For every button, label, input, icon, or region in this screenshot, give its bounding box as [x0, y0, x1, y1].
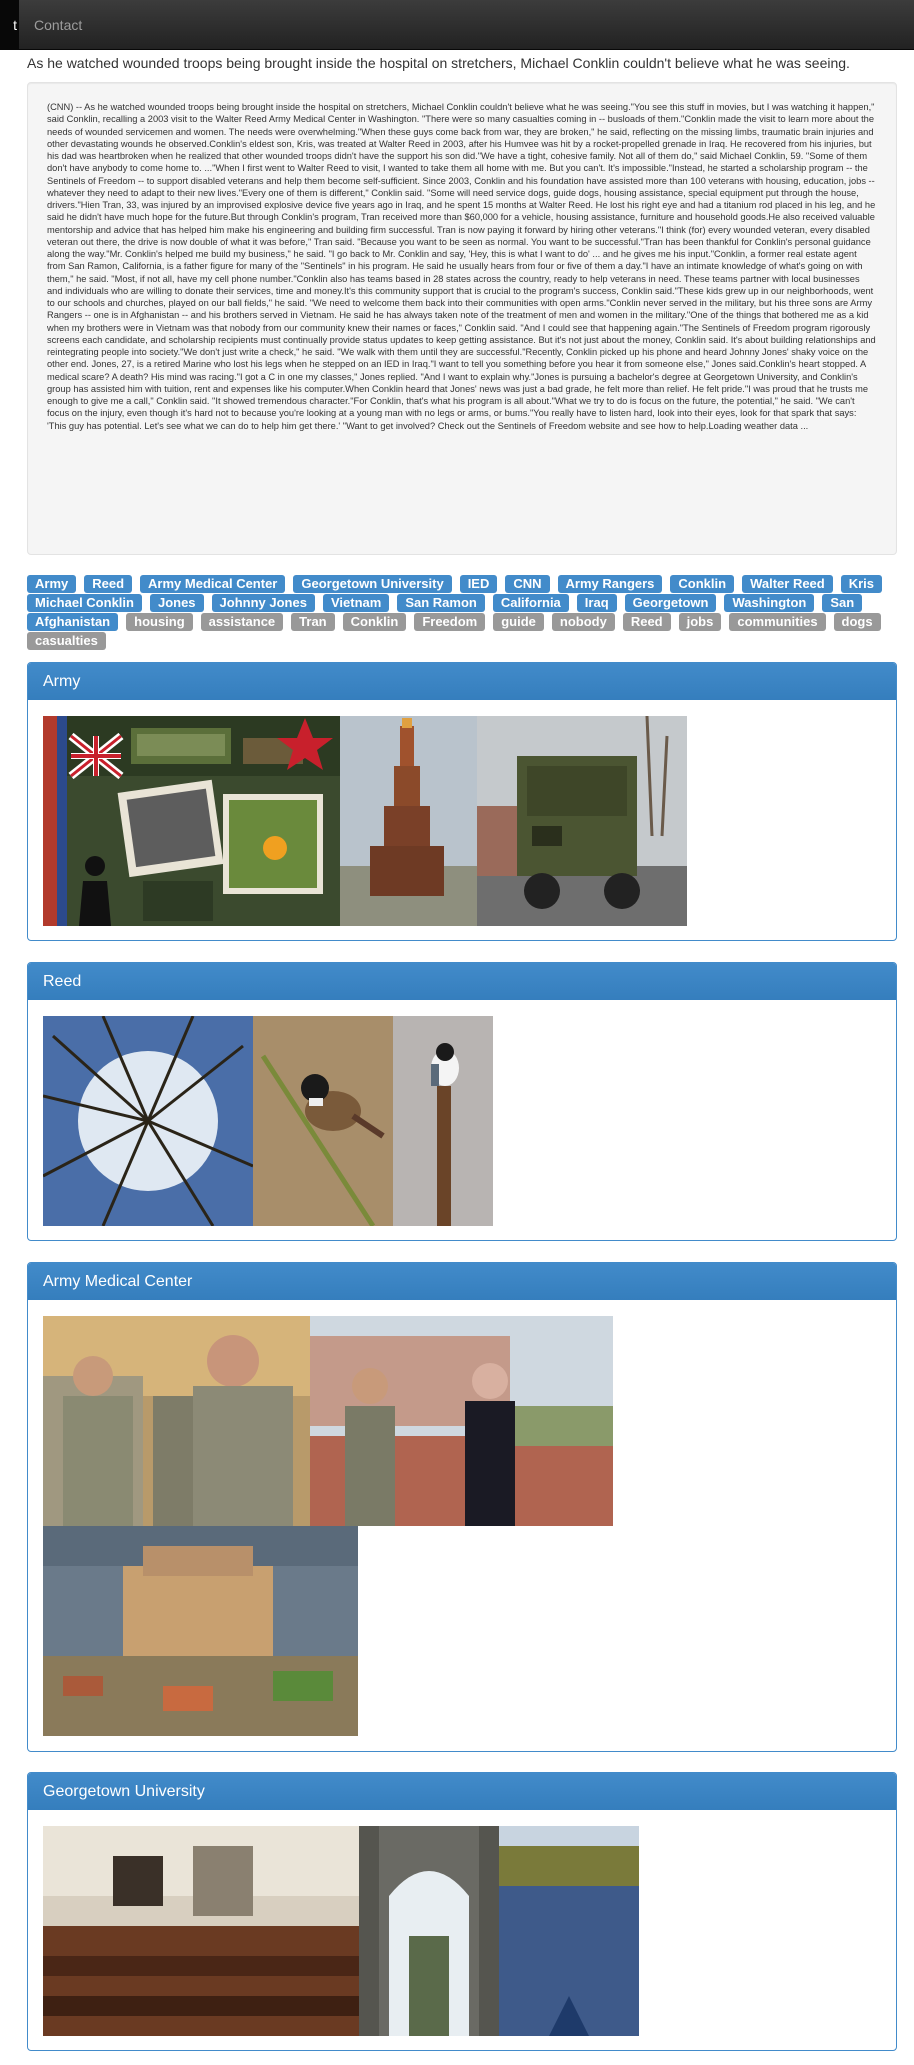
- tag-san[interactable]: San: [822, 594, 863, 612]
- tag-conklin[interactable]: Conklin: [342, 613, 407, 631]
- reeds-sky-photo[interactable]: [43, 1016, 253, 1226]
- reed-bunting-bird-photo[interactable]: [253, 1016, 393, 1226]
- article-body: (CNN) -- As he watched wounded troops be…: [47, 102, 876, 431]
- panel-heading-army: Army: [28, 663, 896, 700]
- top-navbar: t Contact: [0, 0, 914, 50]
- tag-casualties[interactable]: casualties: [27, 632, 106, 650]
- tag-communities[interactable]: communities: [729, 613, 826, 631]
- tag-iraq[interactable]: Iraq: [576, 594, 617, 612]
- aerial-medical-center-photo[interactable]: [43, 1526, 358, 1736]
- panel-army-medical-center: Army Medical Center: [27, 1262, 897, 1752]
- article-headline: As he watched wounded troops being broug…: [27, 55, 850, 71]
- tag-list: Army Reed Army Medical Center Georgetown Un…: [27, 575, 897, 651]
- tag-jones[interactable]: Jones: [149, 594, 204, 612]
- tag-washington[interactable]: Washington: [724, 594, 815, 612]
- stone-archway-photo[interactable]: [359, 1826, 499, 2036]
- tag-afghanistan[interactable]: Afghanistan: [27, 613, 119, 631]
- lecture-hall-photo[interactable]: [43, 1826, 359, 2036]
- tag-ied[interactable]: IED: [459, 575, 498, 593]
- panel-georgetown-university: Georgetown University: [27, 1772, 897, 2051]
- panel-heading-georgetown-university: Georgetown University: [28, 1773, 896, 1810]
- tag-housing[interactable]: housing: [126, 613, 193, 631]
- tag-california[interactable]: California: [492, 594, 569, 612]
- officials-on-terrace-photo[interactable]: [310, 1316, 613, 1526]
- tag-reed[interactable]: Reed: [84, 575, 133, 593]
- tag-nobody[interactable]: nobody: [551, 613, 615, 631]
- tag-army[interactable]: Army: [27, 575, 77, 593]
- tag-army-rangers[interactable]: Army Rangers: [557, 575, 663, 593]
- panel-reed: Reed: [27, 962, 897, 1241]
- panel-heading-reed: Reed: [28, 963, 896, 1000]
- tag-cnn[interactable]: CNN: [505, 575, 550, 593]
- tag-conklin[interactable]: Conklin: [670, 575, 735, 593]
- tag-army-medical-center[interactable]: Army Medical Center: [140, 575, 286, 593]
- panel-heading-army-medical-center: Army Medical Center: [28, 1263, 896, 1300]
- tag-kris[interactable]: Kris: [840, 575, 883, 593]
- army-collage-photo[interactable]: [43, 716, 340, 926]
- nav-brand-link[interactable]: t: [0, 0, 19, 50]
- panel-army: Army: [27, 662, 897, 941]
- tag-jobs[interactable]: jobs: [678, 613, 722, 631]
- article-well: (CNN) -- As he watched wounded troops be…: [27, 82, 897, 555]
- tag-reed[interactable]: Reed: [622, 613, 671, 631]
- tag-walter-reed[interactable]: Walter Reed: [742, 575, 833, 593]
- tag-georgetown[interactable]: Georgetown: [624, 594, 717, 612]
- river-photo[interactable]: [499, 1826, 639, 2036]
- nav-contact-link[interactable]: Contact: [34, 0, 82, 50]
- tag-san-ramon[interactable]: San Ramon: [397, 594, 485, 612]
- tag-tran[interactable]: Tran: [291, 613, 335, 631]
- tag-johnny-jones[interactable]: Johnny Jones: [211, 594, 315, 612]
- tag-freedom[interactable]: Freedom: [414, 613, 486, 631]
- tag-georgetown-university[interactable]: Georgetown University: [293, 575, 452, 593]
- tag-guide[interactable]: guide: [493, 613, 544, 631]
- tag-vietnam[interactable]: Vietnam: [322, 594, 390, 612]
- tag-dogs[interactable]: dogs: [833, 613, 881, 631]
- tag-assistance[interactable]: assistance: [200, 613, 284, 631]
- tag-michael-conklin[interactable]: Michael Conklin: [27, 594, 142, 612]
- military-truck-photo[interactable]: [477, 716, 687, 926]
- human-pyramid-photo[interactable]: [340, 716, 477, 926]
- soldiers-talking-photo[interactable]: [43, 1316, 310, 1526]
- bird-on-cattail-photo[interactable]: [393, 1016, 493, 1226]
